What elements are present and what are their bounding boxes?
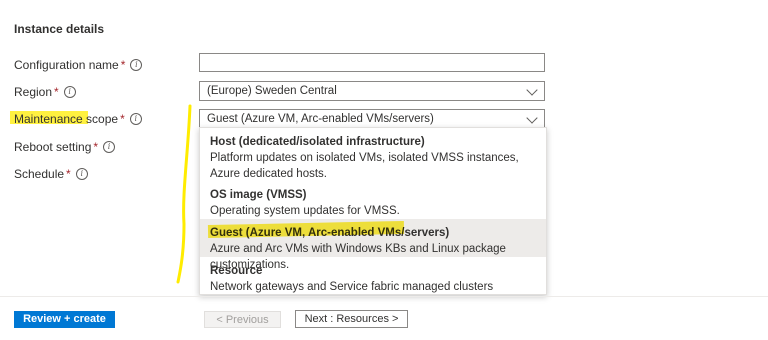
dropdown-option-resource[interactable]: Resource Network gateways and Service fa… — [200, 257, 546, 295]
reboot-setting-label: Reboot setting * i — [14, 140, 116, 154]
configuration-name-input[interactable] — [199, 53, 545, 72]
info-icon[interactable]: i — [130, 59, 143, 71]
info-icon[interactable]: i — [129, 113, 142, 125]
dropdown-option-host[interactable]: Host (dedicated/isolated infrastructure)… — [200, 128, 546, 181]
info-icon[interactable]: i — [75, 168, 88, 180]
maintenance-scope-dropdown: Host (dedicated/isolated infrastructure)… — [199, 127, 547, 295]
previous-button[interactable]: < Previous — [204, 311, 281, 328]
section-title: Instance details — [14, 22, 105, 36]
dropdown-option-os-image[interactable]: OS image (VMSS) Operating system updates… — [200, 181, 546, 219]
chevron-down-icon — [526, 112, 538, 124]
maintenance-scope-select[interactable]: Guest (Azure VM, Arc-enabled VMs/servers… — [199, 109, 545, 129]
maintenance-scope-value: Guest (Azure VM, Arc-enabled VMs/servers… — [207, 113, 434, 125]
next-resources-button[interactable]: Next : Resources > — [295, 310, 408, 328]
region-label: Region * i — [14, 85, 76, 99]
info-icon[interactable]: i — [103, 141, 116, 153]
maintenance-scope-label: Maintenance scope * i — [14, 112, 142, 126]
schedule-label: Schedule * i — [14, 167, 88, 181]
review-create-button[interactable]: Review + create — [14, 311, 115, 328]
marker-line — [176, 104, 192, 284]
footer-divider — [0, 296, 768, 297]
region-select[interactable]: (Europe) Sweden Central — [199, 81, 545, 101]
info-icon[interactable]: i — [63, 86, 76, 98]
region-value: (Europe) Sweden Central — [207, 85, 337, 97]
chevron-down-icon — [526, 84, 538, 96]
configuration-name-label: Configuration name * i — [14, 58, 143, 72]
